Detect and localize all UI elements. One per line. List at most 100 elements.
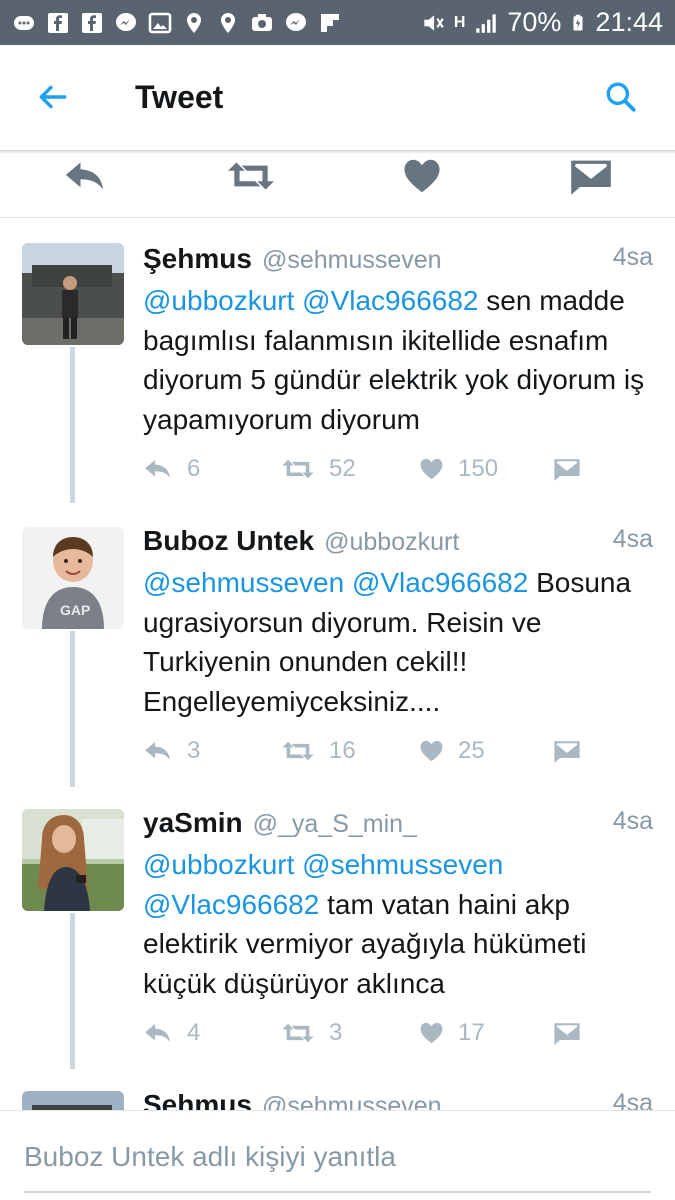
direct-message-button[interactable] — [566, 154, 616, 198]
retweet-button[interactable]: 16 — [281, 733, 356, 769]
heart-icon — [404, 159, 440, 193]
battery-percent: 70% — [507, 7, 562, 37]
reply-button[interactable]: 4 — [143, 1015, 200, 1051]
retweet-button[interactable] — [226, 154, 276, 198]
system-status: H 70% 21:44 — [420, 7, 663, 38]
mention-links[interactable]: @ubbozkurt @Vlac966682 — [143, 285, 479, 316]
network-type: H — [453, 13, 466, 31]
direct-message-button[interactable] — [553, 733, 581, 769]
reply-button[interactable] — [60, 154, 110, 198]
avatar-photo-soldier — [22, 243, 124, 345]
facebook-icon — [46, 11, 70, 35]
chat-bubble-icon — [12, 11, 36, 35]
avatar[interactable] — [22, 243, 124, 345]
heart-icon — [420, 1022, 443, 1044]
retweet-icon — [282, 741, 314, 761]
back-arrow-icon — [39, 85, 67, 109]
user-handle[interactable]: @_ya_S_min_ — [253, 810, 417, 839]
retweet-count: 3 — [329, 1019, 343, 1046]
avatar[interactable]: GAP — [22, 527, 124, 629]
envelope-icon — [554, 741, 580, 763]
tweet-header: Şehmus @sehmusseven 4sa — [143, 243, 653, 279]
main-tweet-actions — [0, 152, 675, 218]
location-icon — [216, 11, 240, 35]
reply-icon — [145, 742, 170, 760]
tweet-time: 4sa — [612, 525, 653, 553]
reply-icon — [65, 162, 103, 190]
location-icon — [182, 11, 206, 35]
like-count: 150 — [458, 455, 499, 482]
tweet-text: @ubbozkurt @Vlac966682 sen madde bagımlı… — [143, 281, 658, 439]
tweet-time: 4sa — [612, 807, 653, 835]
tweet-header: yaSmin @_ya_S_min_ 4sa — [143, 807, 653, 843]
retweet-button[interactable]: 52 — [281, 451, 356, 487]
tweet-text: @ubbozkurt @sehmusseven @Vlac966682 tam … — [143, 845, 658, 1003]
back-button[interactable] — [30, 75, 74, 119]
page-title: Tweet — [135, 79, 224, 115]
search-button[interactable] — [599, 75, 643, 119]
avatar-photo-child: GAP — [22, 527, 124, 629]
like-count: 17 — [458, 1019, 485, 1046]
thread-line — [70, 913, 75, 1069]
heart-icon — [420, 740, 443, 762]
tweet-actions: 4 3 17 — [143, 1015, 643, 1051]
mention-links[interactable]: @sehmusseven @Vlac966682 — [143, 567, 528, 598]
user-name[interactable]: Şehmus — [143, 243, 252, 275]
like-button[interactable] — [397, 154, 447, 198]
tweet-header: Buboz Untek @ubbozkurt 4sa — [143, 525, 653, 561]
reply-button[interactable]: 6 — [143, 451, 200, 487]
gallery-icon — [148, 11, 172, 35]
search-icon — [606, 82, 636, 112]
app-bar: Tweet — [0, 45, 675, 150]
svg-text:GAP: GAP — [60, 602, 90, 618]
camera-icon — [250, 11, 274, 35]
reply-icon — [145, 1024, 170, 1042]
tweet-text: @sehmusseven @Vlac966682 Bosuna ugrasiyo… — [143, 563, 658, 721]
envelope-icon — [554, 1023, 580, 1045]
direct-message-button[interactable] — [553, 1015, 581, 1051]
like-button[interactable]: 25 — [419, 733, 485, 769]
retweet-icon — [228, 162, 274, 190]
battery-charging-icon — [573, 14, 583, 30]
reply-composer[interactable]: Buboz Untek adlı kişiyi yanıtla — [0, 1110, 675, 1200]
notification-icons — [12, 11, 342, 35]
signal-icon — [476, 13, 497, 33]
avatar-photo-woman — [22, 809, 124, 911]
heart-icon — [420, 458, 443, 480]
reply-input-placeholder[interactable]: Buboz Untek adlı kişiyi yanıtla — [24, 1141, 396, 1173]
like-count: 25 — [458, 737, 485, 764]
retweet-icon — [282, 1023, 314, 1043]
tweet-item[interactable]: GAP Buboz Untek @ubbozkurt 4sa @sehmusse… — [0, 525, 675, 787]
retweet-count: 16 — [329, 737, 356, 764]
like-button[interactable]: 17 — [419, 1015, 485, 1051]
messenger-icon — [114, 11, 138, 35]
flipboard-icon — [318, 11, 342, 35]
thread-line — [70, 347, 75, 503]
reply-icon — [145, 460, 170, 478]
facebook-icon — [80, 11, 104, 35]
reply-input-underline — [24, 1191, 651, 1193]
reply-button[interactable]: 3 — [143, 733, 200, 769]
mute-icon — [424, 14, 444, 31]
like-button[interactable]: 150 — [419, 451, 498, 487]
user-handle[interactable]: @ubbozkurt — [324, 528, 459, 557]
clock: 21:44 — [595, 7, 663, 37]
retweet-icon — [282, 459, 314, 479]
envelope-icon — [571, 160, 611, 195]
retweet-button[interactable]: 3 — [281, 1015, 342, 1051]
reply-count: 6 — [187, 455, 201, 482]
avatar[interactable] — [22, 809, 124, 911]
tweet-item[interactable]: yaSmin @_ya_S_min_ 4sa @ubbozkurt @sehmu… — [0, 807, 675, 1069]
user-handle[interactable]: @sehmusseven — [262, 246, 442, 275]
tweet-time: 4sa — [612, 243, 653, 271]
tweet-item[interactable]: Şehmus @sehmusseven 4sa @ubbozkurt @Vlac… — [0, 243, 675, 503]
user-name[interactable]: yaSmin — [143, 807, 243, 839]
reply-count: 3 — [187, 737, 201, 764]
reply-count: 4 — [187, 1019, 201, 1046]
tweet-actions: 6 52 150 — [143, 451, 643, 487]
messenger-icon — [284, 11, 308, 35]
direct-message-button[interactable] — [553, 451, 581, 487]
user-name[interactable]: Buboz Untek — [143, 525, 314, 557]
envelope-icon — [554, 459, 580, 481]
tweet-actions: 3 16 25 — [143, 733, 643, 769]
